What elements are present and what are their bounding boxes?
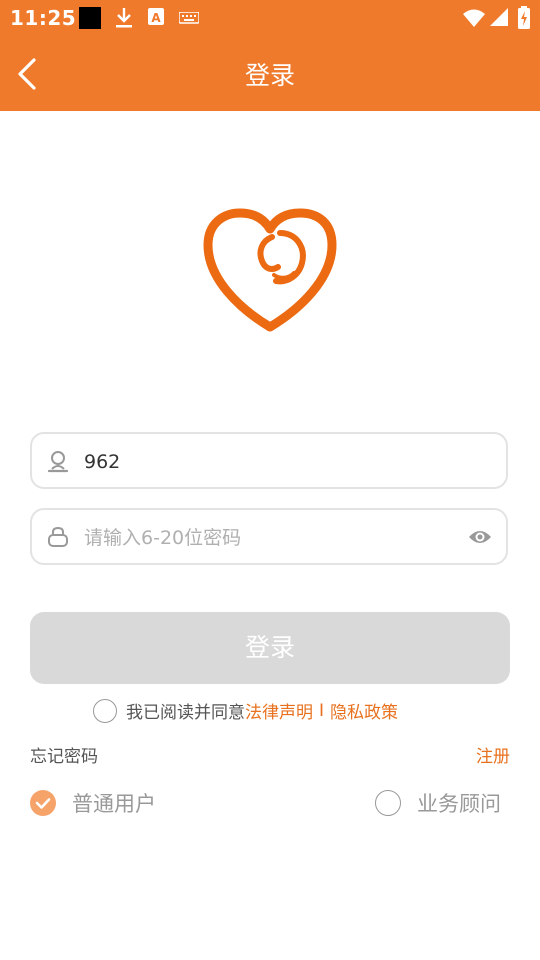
- role-label: 业务顾问: [417, 792, 501, 816]
- forgot-password-link[interactable]: 忘记密码: [30, 742, 98, 767]
- link-separator: I: [319, 700, 325, 721]
- battery-charging-icon: [518, 6, 530, 29]
- lock-icon: [48, 526, 68, 547]
- page-title: 登录: [244, 61, 295, 90]
- role-option-business-consultant[interactable]: 业务顾问: [375, 788, 501, 818]
- notification-square-icon: [79, 7, 101, 29]
- privacy-policy-link[interactable]: 隐私政策: [330, 703, 398, 723]
- agreement-row: 我已阅读并同意法律声明 I 隐私政策: [93, 698, 398, 726]
- agreement-checkbox[interactable]: [93, 698, 117, 723]
- app-bar: 登录: [0, 36, 540, 111]
- role-option-regular-user[interactable]: 普通用户: [30, 788, 156, 818]
- show-password-eye-icon[interactable]: [468, 527, 492, 547]
- role-label: 普通用户: [72, 792, 156, 816]
- keyboard-icon: [179, 12, 199, 24]
- legal-statement-link[interactable]: 法律声明: [245, 703, 313, 723]
- checked-circle-icon: [30, 790, 56, 816]
- download-icon: [116, 8, 132, 28]
- status-time: 11:25: [10, 6, 77, 30]
- agreement-text: 我已阅读并同意: [126, 703, 245, 723]
- user-icon: [47, 451, 69, 473]
- status-bar: 11:25 A: [0, 0, 540, 36]
- unchecked-circle-icon: [375, 790, 401, 816]
- username-input[interactable]: [82, 444, 466, 480]
- wifi-icon: [463, 9, 485, 27]
- signal-icon: [490, 8, 508, 26]
- app-logo-heart-icon: [203, 208, 337, 332]
- font-a-icon: A: [148, 8, 164, 25]
- password-input[interactable]: [82, 520, 466, 556]
- login-button[interactable]: 登录: [30, 612, 510, 684]
- username-field[interactable]: [30, 432, 508, 489]
- svg-text:A: A: [151, 11, 161, 25]
- register-link[interactable]: 注册: [476, 742, 510, 767]
- password-field[interactable]: [30, 508, 508, 565]
